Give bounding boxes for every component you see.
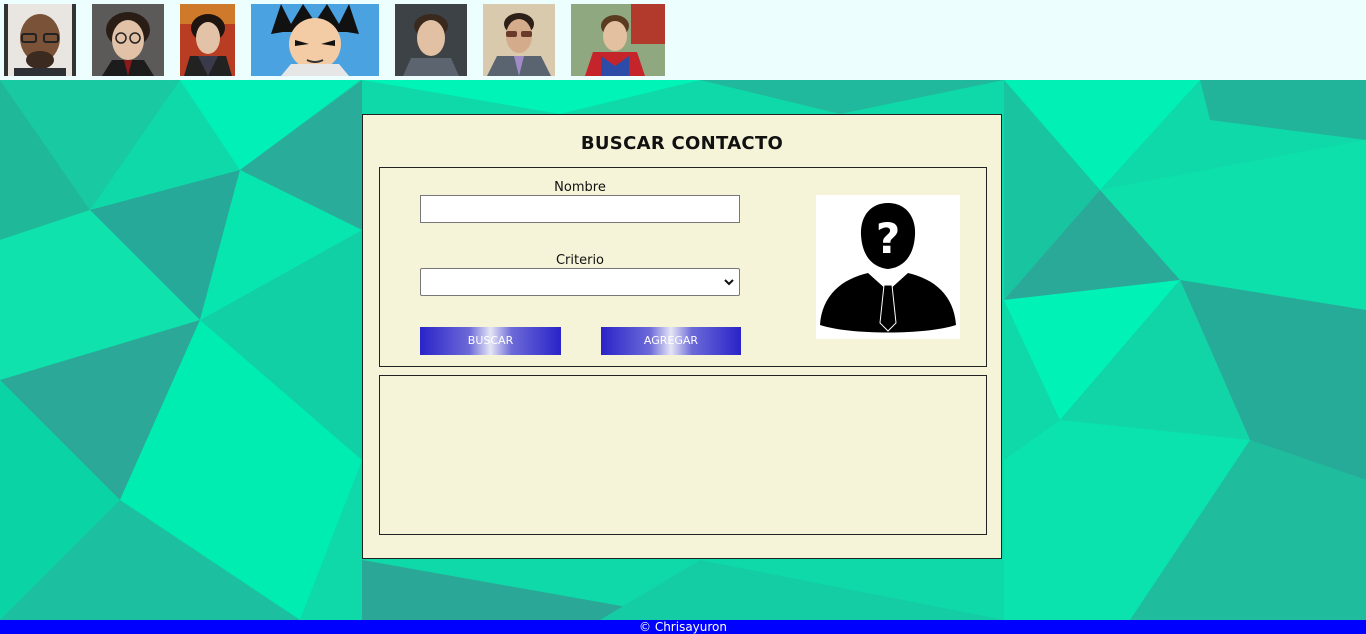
anime-character-photo-icon <box>251 4 379 76</box>
criterio-label: Criterio <box>555 253 605 268</box>
contact-thumb-2[interactable] <box>92 4 164 76</box>
chevron-down-icon <box>724 279 734 286</box>
person-photo-icon <box>395 4 467 76</box>
contact-thumb-7[interactable] <box>571 4 665 76</box>
agregar-button[interactable]: AGREGAR <box>601 327 741 355</box>
person-photo-icon <box>180 4 235 76</box>
unknown-person-icon: ? <box>816 195 960 339</box>
search-form-panel: Nombre Criterio BUSCAR AGREGAR ? <box>379 167 987 367</box>
person-sunglasses-photo-icon <box>483 4 555 76</box>
superhero-photo-icon <box>571 4 665 76</box>
results-panel <box>379 375 987 535</box>
search-contact-card: BUSCAR CONTACTO Nombre Criterio BUSCAR A… <box>362 114 1002 559</box>
page-title: BUSCAR CONTACTO <box>580 133 784 154</box>
footer-credit: © Chrisayuron <box>0 620 1366 634</box>
contact-thumb-6[interactable] <box>483 4 555 76</box>
contacts-strip <box>0 0 1366 80</box>
buscar-button[interactable]: BUSCAR <box>420 327 561 355</box>
nombre-label: Nombre <box>554 180 606 195</box>
contact-thumb-4[interactable] <box>251 4 379 76</box>
contact-thumb-3[interactable] <box>180 4 235 76</box>
contact-avatar: ? <box>816 195 960 339</box>
contact-thumb-5[interactable] <box>395 4 467 76</box>
criterio-select[interactable] <box>420 268 740 296</box>
svg-text:?: ? <box>876 214 900 263</box>
person-glasses-photo-icon <box>4 4 76 76</box>
contact-thumb-1[interactable] <box>4 4 76 76</box>
person-glasses-photo-icon <box>92 4 164 76</box>
nombre-input[interactable] <box>420 195 740 223</box>
